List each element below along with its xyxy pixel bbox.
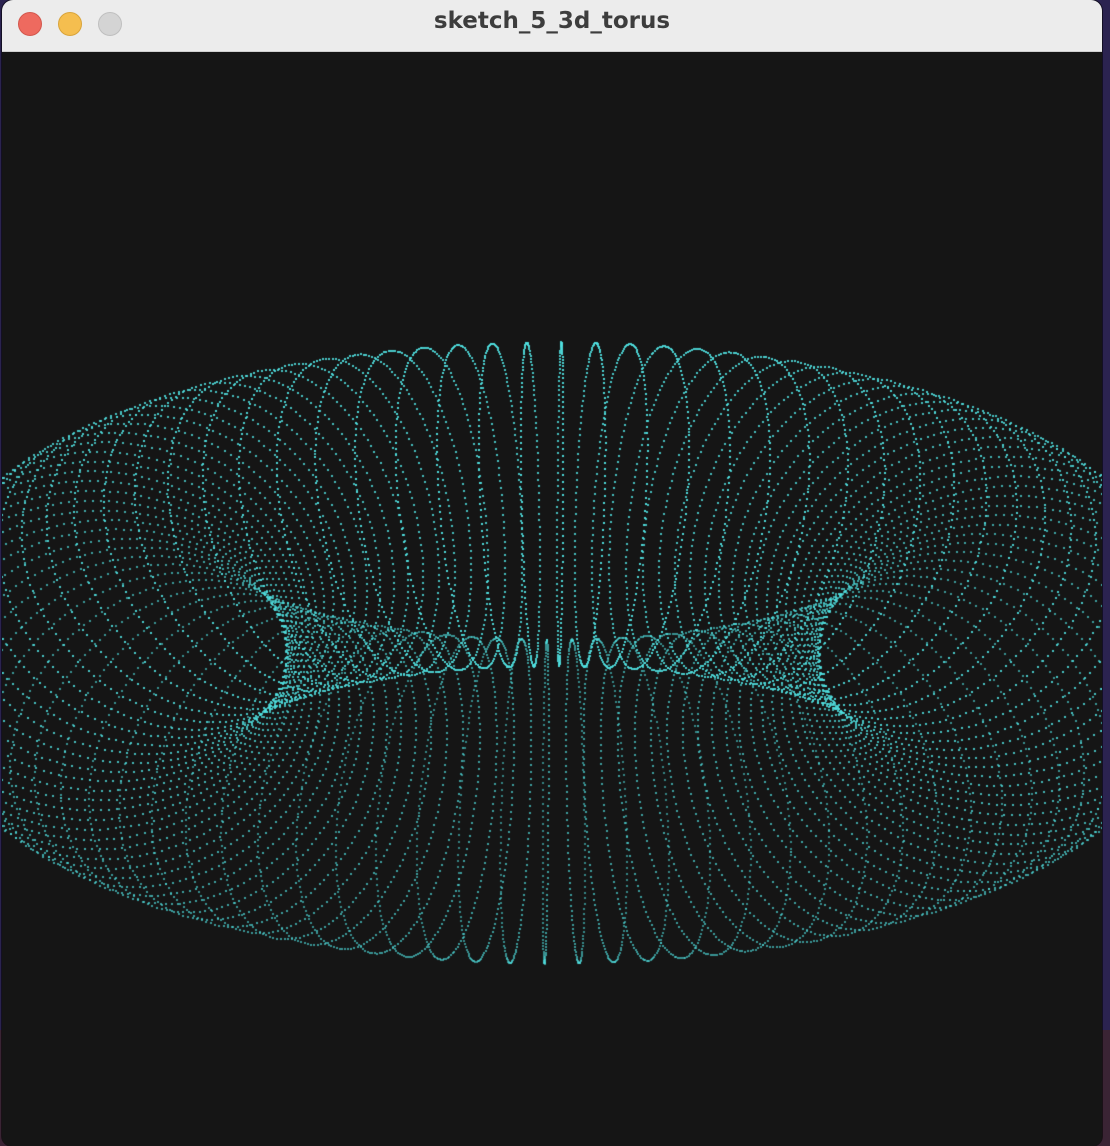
sketch-canvas-area[interactable]: [2, 52, 1102, 1146]
torus-canvas[interactable]: [2, 52, 1102, 1146]
title-bar[interactable]: sketch_5_3d_torus: [2, 0, 1102, 52]
app-window: sketch_5_3d_torus: [2, 0, 1102, 1146]
window-title: sketch_5_3d_torus: [433, 8, 671, 34]
